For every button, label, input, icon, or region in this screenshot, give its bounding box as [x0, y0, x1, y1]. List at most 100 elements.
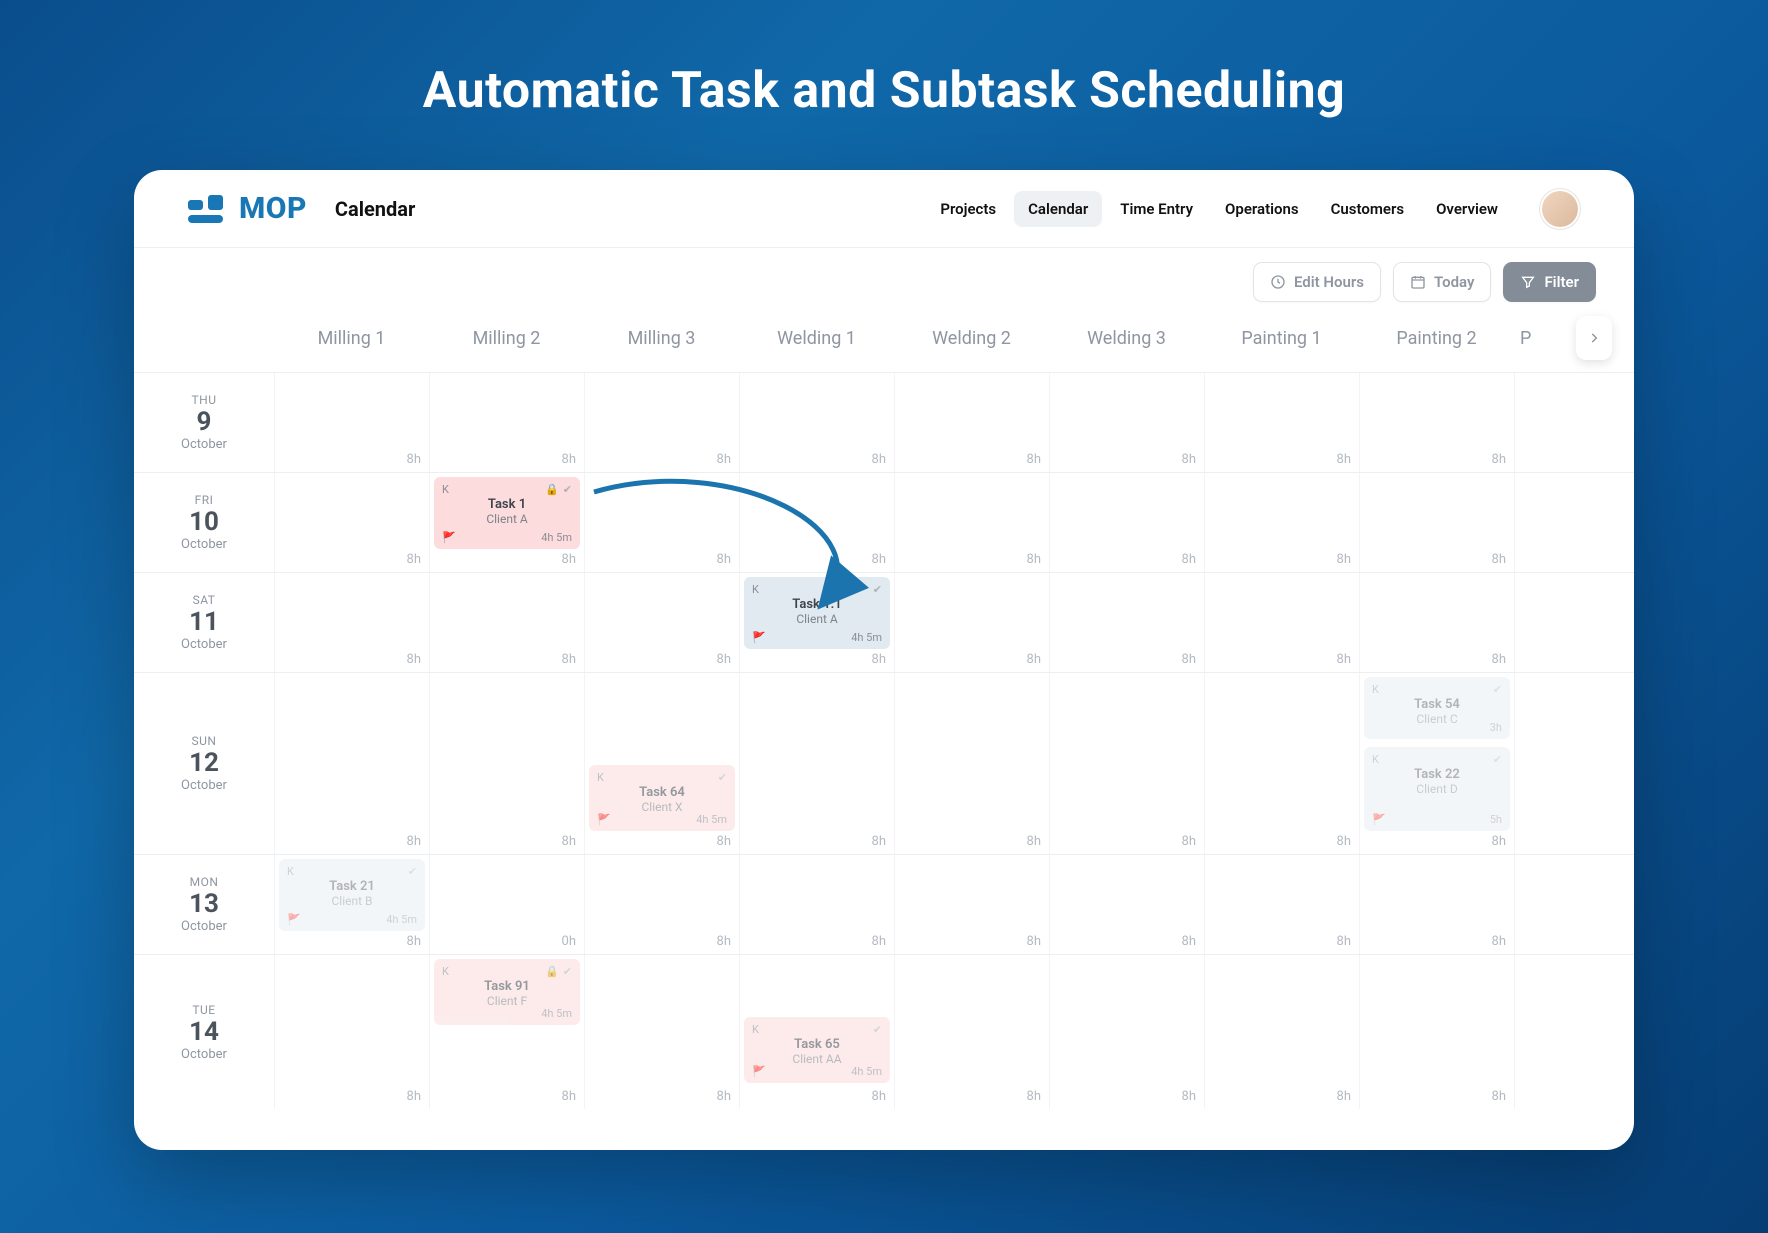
grid-cell[interactable]: 8h [739, 673, 894, 854]
grid-cell[interactable]: 8h [739, 473, 894, 572]
grid-row: 8h K 🔒✔ Task 91 Client F 4h 5m 8h 8h K [274, 954, 1634, 1109]
grid-cell[interactable]: 8h [584, 855, 739, 954]
grid-cell[interactable]: 8h [274, 955, 429, 1109]
grid-cell[interactable]: 8h [739, 855, 894, 954]
grid-cell[interactable]: 8h [894, 473, 1049, 572]
grid-cell[interactable]: 8h [1049, 673, 1204, 854]
task-card[interactable]: K 🔒 ✔ Task 1 Client A 🚩 4h 5m [434, 477, 580, 549]
grid-cell[interactable]: 8h [584, 573, 739, 672]
nav-item-operations[interactable]: Operations [1211, 191, 1313, 227]
day-month: October [181, 537, 227, 552]
grid-row: 8h 8h K ✔ Task 64 Client X 🚩 4h 5m 8h 8h… [274, 672, 1634, 854]
grid-cell[interactable] [1514, 473, 1592, 572]
check-icon: ✔ [873, 1023, 882, 1036]
grid-cell[interactable]: 8h [274, 373, 429, 472]
grid-cell[interactable]: 8h [1049, 473, 1204, 572]
check-icon: ✔ [1493, 753, 1502, 766]
grid-cell[interactable]: 8h [1204, 473, 1359, 572]
grid-cell[interactable]: 8h [429, 673, 584, 854]
nav-item-overview[interactable]: Overview [1422, 191, 1512, 227]
grid-cell[interactable]: 8h [1359, 855, 1514, 954]
lock-icon: 🔒 [545, 965, 559, 978]
grid-cell[interactable]: 8h [894, 955, 1049, 1109]
chevron-right-icon [1587, 331, 1601, 345]
day-label: THU 9 October [134, 372, 274, 472]
avatar[interactable] [1540, 189, 1580, 229]
task-icons: ✔ [1493, 683, 1502, 696]
grid-cell[interactable]: 8h [274, 573, 429, 672]
grid-cell[interactable]: K ✔ Task 54 Client C 3h K ✔ Task 22 Clie… [1359, 673, 1514, 854]
day-label: TUE 14 October [134, 954, 274, 1109]
grid-cell[interactable]: 8h [1049, 373, 1204, 472]
task-card[interactable]: K ✔ Task 64 Client X 🚩 4h 5m [589, 765, 735, 831]
grid-cell[interactable]: 0h [429, 855, 584, 954]
task-card[interactable]: K ✔ Task 1.1 Client A 🚩 4h 5m [744, 577, 890, 649]
task-card[interactable]: K ✔ Task 21 Client B 🚩 4h 5m [279, 859, 425, 931]
column-header: Welding 3 [1049, 328, 1204, 349]
nav-item-projects[interactable]: Projects [926, 191, 1010, 227]
grid-cell[interactable]: K ✔ Task 1.1 Client A 🚩 4h 5m 8h [739, 573, 894, 672]
today-button[interactable]: Today [1393, 262, 1491, 302]
grid-cell[interactable]: K 🔒✔ Task 91 Client F 4h 5m 8h [429, 955, 584, 1109]
grid-cell[interactable]: K ✔ Task 65 Client AA 🚩 4h 5m 8h [739, 955, 894, 1109]
grid-cell[interactable]: 8h [1049, 955, 1204, 1109]
grid-cell[interactable]: 8h [1204, 955, 1359, 1109]
check-icon: ✔ [718, 771, 727, 784]
task-card[interactable]: K ✔ Task 22 Client D 🚩 5h [1364, 747, 1510, 831]
grid-cell[interactable]: 8h [894, 573, 1049, 672]
grid-cell[interactable]: 8h [274, 473, 429, 572]
grid-cell[interactable]: 8h [584, 955, 739, 1109]
task-badge: K [1372, 683, 1379, 696]
hours-label: 8h [407, 552, 421, 567]
grid-cell[interactable]: 8h [1359, 473, 1514, 572]
edit-hours-label: Edit Hours [1294, 273, 1364, 291]
grid-cell[interactable]: K ✔ Task 64 Client X 🚩 4h 5m 8h [584, 673, 739, 854]
grid-cell[interactable] [1514, 373, 1592, 472]
check-icon: ✔ [873, 583, 882, 596]
task-duration: 3h [1490, 721, 1502, 734]
task-badge: K [442, 483, 449, 496]
grid-row: 8h K 🔒 ✔ Task 1 Client A 🚩 4h 5m 8h [274, 472, 1634, 572]
grid-cell[interactable]: 8h [1204, 573, 1359, 672]
grid-cell[interactable] [1514, 573, 1592, 672]
grid-cell[interactable]: K ✔ Task 21 Client B 🚩 4h 5m 8h [274, 855, 429, 954]
grid-cell[interactable] [1514, 955, 1592, 1109]
hours-label: 8h [872, 1089, 886, 1104]
grid-cell[interactable]: 8h [1359, 573, 1514, 672]
nav-item-time-entry[interactable]: Time Entry [1106, 191, 1207, 227]
nav-item-calendar[interactable]: Calendar [1014, 191, 1102, 227]
grid-cell[interactable]: 8h [584, 373, 739, 472]
grid-cell[interactable]: 8h [894, 373, 1049, 472]
day-month: October [181, 437, 227, 452]
filter-label: Filter [1544, 273, 1579, 291]
task-card[interactable]: K 🔒✔ Task 91 Client F 4h 5m [434, 959, 580, 1025]
edit-hours-button[interactable]: Edit Hours [1253, 262, 1381, 302]
grid-cell[interactable]: 8h [894, 673, 1049, 854]
grid-cell[interactable]: 8h [584, 473, 739, 572]
grid-cell[interactable] [1514, 855, 1592, 954]
grid-cell[interactable]: 8h [429, 573, 584, 672]
task-title: Task 65 [752, 1037, 882, 1052]
grid-cell[interactable]: 8h [739, 373, 894, 472]
task-card[interactable]: K ✔ Task 54 Client C 3h [1364, 677, 1510, 739]
grid-cell[interactable]: 8h [894, 855, 1049, 954]
grid-cell[interactable]: 8h [1204, 673, 1359, 854]
grid-cell[interactable]: 8h [1359, 373, 1514, 472]
day-label: MON 13 October [134, 854, 274, 954]
main-nav: Projects Calendar Time Entry Operations … [926, 189, 1580, 229]
scroll-right-button[interactable] [1576, 316, 1612, 360]
grid-cell[interactable]: 8h [274, 673, 429, 854]
grid-cell[interactable]: 8h [1204, 855, 1359, 954]
day-month: October [181, 778, 227, 793]
grid-row: 8h 8h 8h K ✔ Task 1.1 Client A 🚩 4h 5m 8… [274, 572, 1634, 672]
grid-cell[interactable]: K 🔒 ✔ Task 1 Client A 🚩 4h 5m 8h [429, 473, 584, 572]
filter-button[interactable]: Filter [1503, 262, 1596, 302]
nav-item-customers[interactable]: Customers [1317, 191, 1418, 227]
task-card[interactable]: K ✔ Task 65 Client AA 🚩 4h 5m [744, 1017, 890, 1083]
grid-cell[interactable]: 8h [1049, 855, 1204, 954]
grid-cell[interactable]: 8h [1204, 373, 1359, 472]
grid-cell[interactable] [1514, 673, 1592, 854]
grid-cell[interactable]: 8h [429, 373, 584, 472]
grid-cell[interactable]: 8h [1049, 573, 1204, 672]
grid-cell[interactable]: 8h [1359, 955, 1514, 1109]
